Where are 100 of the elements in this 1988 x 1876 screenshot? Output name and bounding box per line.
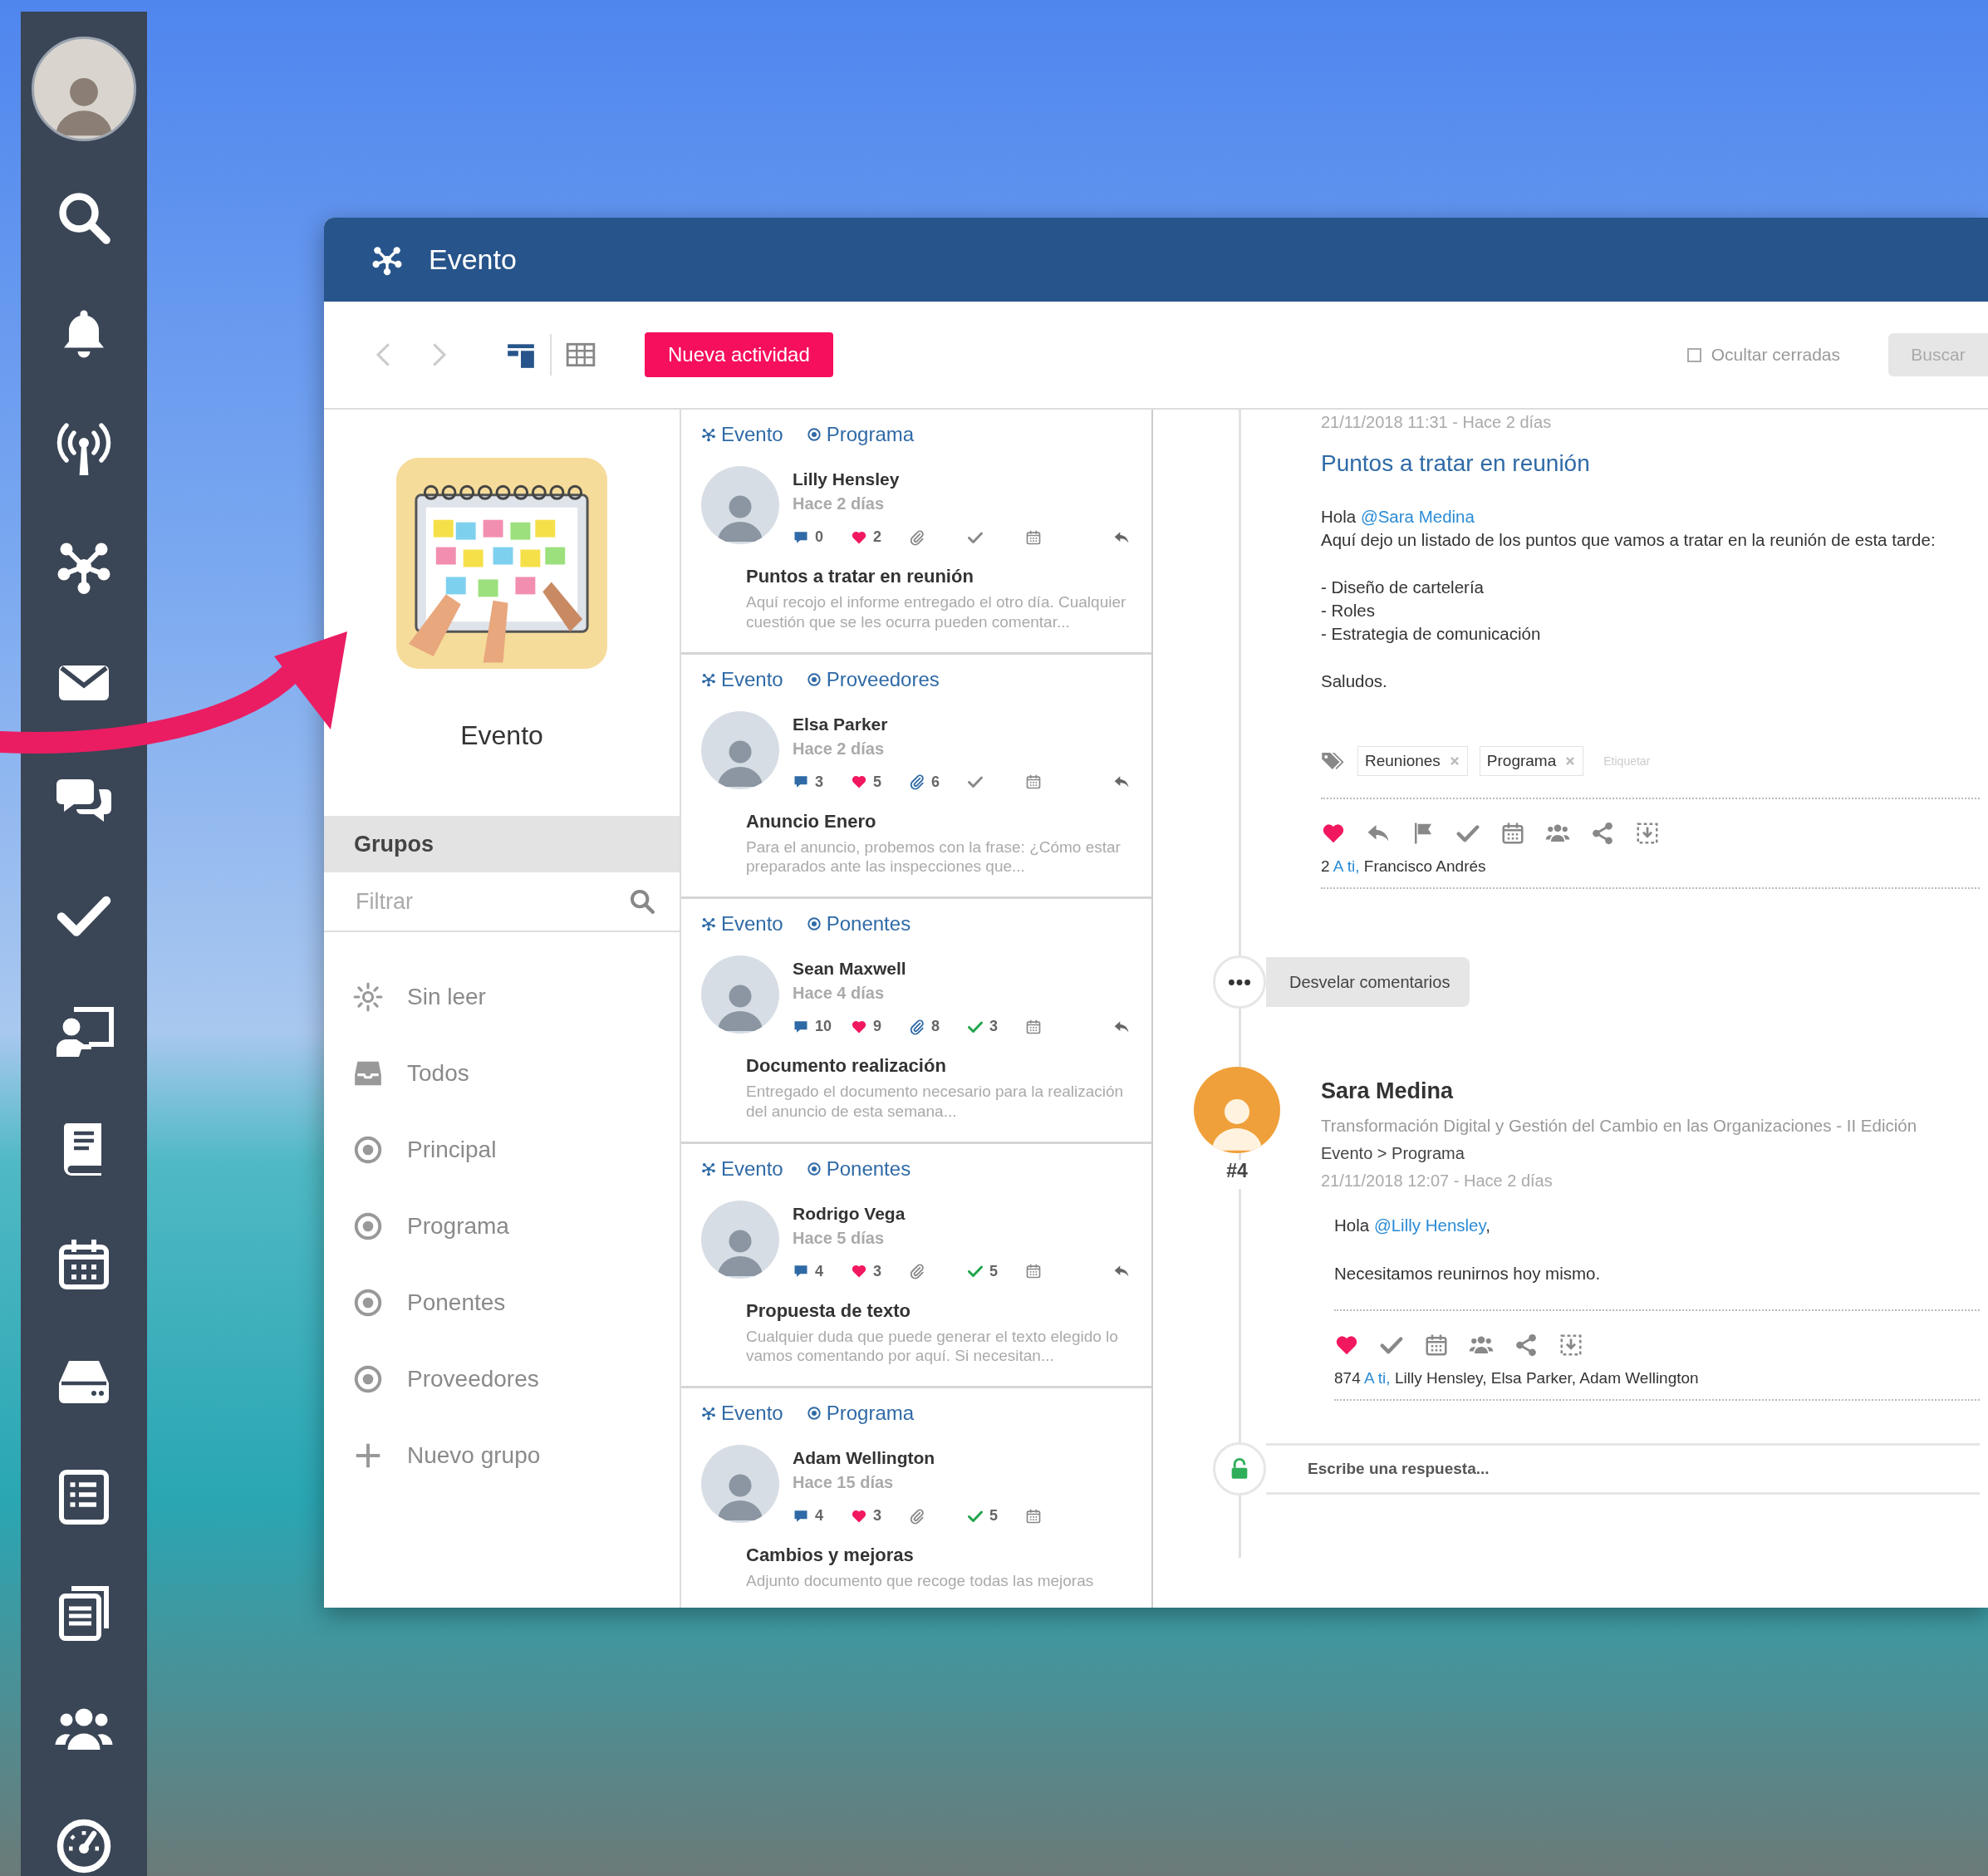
activity-title: Documento realización (746, 1055, 947, 1077)
paperclip-icon (909, 528, 925, 546)
activity-excerpt: Cualquier duda que puede generar el texto elegido lo vamos comentando por aquí. Si necesitan... (746, 1326, 1119, 1366)
message-line: Necesitamos reunirnos hoy mismo. (1334, 1262, 1602, 1284)
attachment-count: 6 (931, 773, 940, 791)
author-name: Rodrigo Vega (793, 1203, 906, 1224)
timestamp: Hace 2 días (793, 494, 886, 513)
space-link[interactable]: Evento (721, 1157, 783, 1181)
mention-link[interactable]: @Sara Medina (1360, 507, 1475, 526)
timestamp: Hace 15 días (793, 1473, 895, 1492)
reveal-comments-button[interactable]: Desvelar comentarios (1266, 957, 1470, 1008)
like-count: 5 (873, 773, 881, 791)
paperclip-icon (909, 1018, 925, 1035)
target-icon (806, 1406, 822, 1421)
like-count: 3 (873, 1507, 881, 1525)
share-icon[interactable] (1590, 821, 1615, 847)
import-icon[interactable] (1635, 821, 1660, 847)
activity-card[interactable]: Evento Proveedores Elsa Parker Hace 2 días 3 5 6 Anuncio Enero Para el anuncio, probemos con la frase: ¿Cómo estar preparados ante las inspecciones que... (681, 654, 1151, 899)
space-link[interactable]: Evento (721, 912, 783, 936)
ellipsis-icon (1229, 979, 1250, 985)
group-link[interactable]: Proveedores (826, 667, 940, 691)
timestamp: Hace 2 días (793, 739, 886, 759)
network-icon (701, 1161, 716, 1176)
activity-excerpt: Para el anuncio, probemos con la frase: ¿Cómo estar preparados ante las inspecciones que... (746, 837, 1122, 877)
you-link[interactable]: A ti, (1333, 857, 1360, 876)
group-item[interactable]: Nuevo grupo (407, 1442, 541, 1469)
paperclip-icon (909, 1263, 925, 1279)
message-line: - Diseño de cartelería (1321, 577, 1485, 599)
attachment-count: 8 (931, 1018, 940, 1035)
check-count: 3 (989, 1018, 998, 1035)
window-title: Evento (429, 243, 517, 276)
calendar-icon (1025, 1507, 1042, 1525)
check-icon (967, 773, 984, 790)
target-icon (806, 671, 822, 687)
activity-card[interactable]: Evento Ponentes Rodrigo Vega Hace 5 días 4 3 5 Propuesta de texto Cualquier duda que puede generar el texto elegido lo vamos comentando por aquí. Si necesitan... (681, 1143, 1151, 1388)
share-icon[interactable] (1514, 1333, 1539, 1358)
breadcrumb: Evento > Programa (1321, 1144, 1465, 1164)
message-line: Saludos. (1321, 670, 1388, 693)
activity-title: Propuesta de texto (746, 1299, 912, 1322)
comment-count: 4 (815, 1507, 823, 1525)
group-link[interactable]: Ponentes (826, 912, 911, 936)
reactions-text: 874 A ti, Lilly Hensley, Elsa Parker, Adam Wellington (1334, 1369, 1700, 1388)
space-link[interactable]: Evento (721, 423, 783, 446)
author-name: Sean Maxwell (793, 959, 907, 979)
group-link[interactable]: Ponentes (826, 1157, 911, 1181)
group-item[interactable]: Ponentes (407, 1289, 506, 1316)
comment-count: 3 (815, 773, 823, 791)
author-name: Elsa Parker (793, 714, 889, 734)
post-date: 21/11/2018 11:31 - Hace 2 días (1321, 413, 1553, 432)
reactions-text: 2 A ti, Francisco Andrés (1321, 857, 1487, 877)
heart-icon (851, 1263, 867, 1279)
timestamp: Hace 5 días (793, 1228, 886, 1248)
network-icon (701, 1406, 716, 1421)
message-line: - Estrategia de comunicación (1321, 622, 1542, 645)
check-count: 5 (989, 1507, 998, 1525)
network-icon (701, 916, 716, 931)
comment-count: 10 (815, 1018, 832, 1035)
group-item[interactable]: Todos (407, 1060, 469, 1087)
like-count: 9 (873, 1018, 881, 1035)
space-title: Evento (460, 720, 543, 751)
activity-title: Anuncio Enero (746, 810, 877, 832)
space-link[interactable]: Evento (721, 1402, 783, 1425)
target-icon (806, 916, 822, 931)
new-activity-button[interactable]: Nueva actividad (645, 332, 833, 377)
message-line: - Roles (1321, 600, 1376, 621)
timestamp: Hace 4 días (793, 984, 886, 1003)
comment-count: 0 (815, 528, 823, 546)
check-icon (967, 1263, 984, 1279)
tag-chip[interactable]: Programa (1479, 746, 1584, 777)
reply-field[interactable]: Escribe una respuesta... (1266, 1443, 1980, 1495)
filter-field[interactable]: Filtrar (354, 887, 628, 916)
author-name: Lilly Hensley (793, 469, 901, 489)
hide-closed-checkbox[interactable]: Ocultar cerradas (1686, 345, 1840, 365)
activity-title: Puntos a tratar en reunión (746, 566, 974, 587)
calendar-icon (1025, 773, 1042, 790)
comment-date: 21/11/2018 12:07 - Hace 2 días (1321, 1171, 1554, 1191)
like-count: 2 (873, 528, 881, 546)
space-link[interactable]: Evento (721, 667, 783, 691)
calendar-icon (1025, 1018, 1042, 1035)
activity-card[interactable]: Evento Ponentes Sean Maxwell Hace 4 días 10 9 8 3 Documento realización Entregado el documento necesario para la realización del anuncio de esta semana... (681, 899, 1151, 1144)
group-link[interactable]: Programa (826, 1402, 915, 1425)
activity-title: Cambios y mejoras (746, 1545, 915, 1566)
paperclip-icon (909, 1507, 925, 1525)
course-name: Transformación Digital y Gestión del Cambio en las Organizaciones - II Edición (1321, 1116, 1918, 1137)
message-line: Aquí dejo un listado de los puntos que vamos a tratar en la reunión de esta tarde: (1321, 528, 1936, 551)
mention-link[interactable]: @Lilly Hensley (1373, 1215, 1486, 1235)
group-item[interactable]: Principal (407, 1137, 497, 1163)
activity-excerpt: Adjunto documento que recoge todas las mejoras (746, 1571, 1095, 1591)
you-link[interactable]: A ti, (1363, 1369, 1391, 1387)
heart-icon (851, 773, 867, 790)
group-item[interactable]: Sin leer (407, 984, 486, 1010)
group-item[interactable]: Proveedores (407, 1366, 539, 1392)
tag-chip[interactable]: Reuniones (1357, 746, 1468, 777)
group-item[interactable]: Programa (407, 1213, 509, 1240)
activity-card[interactable]: Evento Programa Adam Wellington Hace 15 días 4 3 5 Cambios y mejoras Adjunto documento que recoge todas las mejoras (681, 1388, 1151, 1608)
group-link[interactable]: Programa (826, 423, 915, 446)
import-icon[interactable] (1558, 1333, 1583, 1358)
author-name: Adam Wellington (793, 1448, 936, 1468)
activity-card[interactable]: Evento Programa Lilly Hensley Hace 2 días 0 2 Puntos a tratar en reunión Aquí recojo el informe entregado el otro día. Cualquier cuestión que se les ocurra pueden comentar... (681, 410, 1151, 655)
check-count: 5 (989, 1262, 998, 1280)
